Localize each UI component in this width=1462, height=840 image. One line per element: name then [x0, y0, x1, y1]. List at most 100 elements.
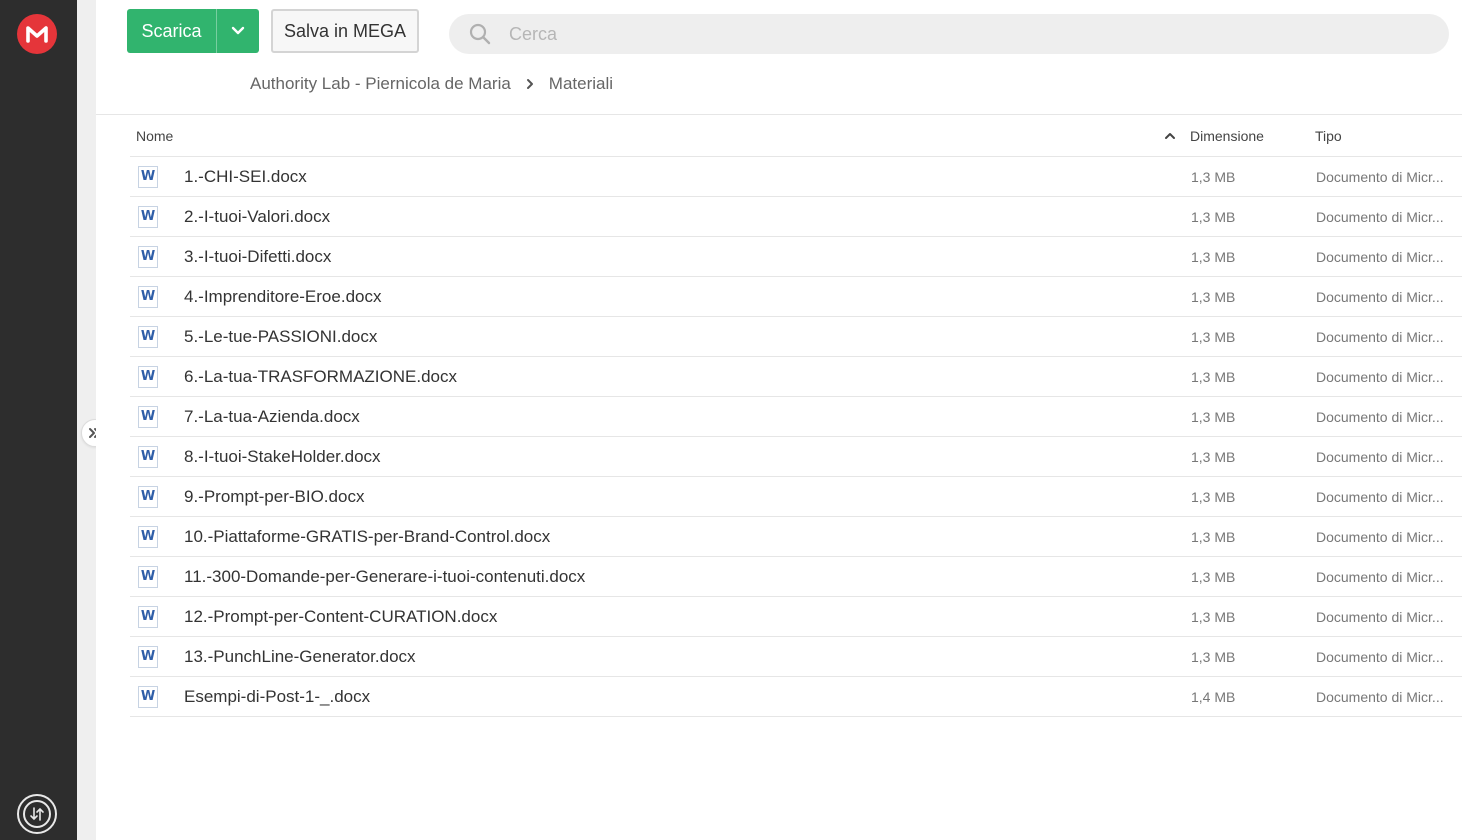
- file-size: 1,3 MB: [1191, 608, 1236, 625]
- table-row[interactable]: W 12.-Prompt-per-Content-CURATION.docx 1,3…: [130, 597, 1462, 637]
- file-name[interactable]: Esempi-di-Post-1-_.docx: [184, 687, 1191, 707]
- file-icon-cell: W: [130, 245, 184, 268]
- file-name[interactable]: 1.-CHI-SEI.docx: [184, 167, 1191, 187]
- word-document-icon: W: [138, 285, 158, 308]
- file-type: Documento di Micr...: [1316, 248, 1444, 265]
- file-type: Documento di Micr...: [1316, 648, 1444, 665]
- word-document-icon: W: [138, 365, 158, 388]
- search-bar[interactable]: [449, 14, 1449, 54]
- file-name[interactable]: 6.-La-tua-TRASFORMAZIONE.docx: [184, 367, 1191, 387]
- file-name[interactable]: 10.-Piattaforme-GRATIS-per-Brand-Control…: [184, 527, 1191, 547]
- table-row[interactable]: W 13.-PunchLine-Generator.docx 1,3 MB Docum…: [130, 637, 1462, 677]
- file-icon-cell: W: [130, 645, 184, 668]
- table-row[interactable]: W 2.-I-tuoi-Valori.docx 1,3 MB Documento di…: [130, 197, 1462, 237]
- search-input[interactable]: [509, 23, 1409, 45]
- file-name[interactable]: 12.-Prompt-per-Content-CURATION.docx: [184, 607, 1191, 627]
- table-row[interactable]: W Esempi-di-Post-1-_.docx 1,4 MB Documento …: [130, 677, 1462, 717]
- file-size: 1,3 MB: [1191, 488, 1236, 505]
- table-row[interactable]: W 10.-Piattaforme-GRATIS-per-Brand-Contro…: [130, 517, 1462, 557]
- transfer-manager-icon[interactable]: [17, 794, 57, 834]
- file-type: Documento di Micr...: [1316, 608, 1444, 625]
- file-icon-cell: W: [130, 325, 184, 348]
- file-size: 1,3 MB: [1191, 568, 1236, 585]
- file-list: W 1.-CHI-SEI.docx 1,3 MB Documento di Micr.…: [130, 157, 1462, 717]
- word-document-icon: W: [138, 485, 158, 508]
- file-type: Documento di Micr...: [1316, 328, 1444, 345]
- file-name[interactable]: 4.-Imprenditore-Eroe.docx: [184, 287, 1191, 307]
- file-name[interactable]: 5.-Le-tue-PASSIONI.docx: [184, 327, 1191, 347]
- download-dropdown-toggle[interactable]: [217, 9, 259, 53]
- file-icon-cell: W: [130, 205, 184, 228]
- table-row[interactable]: W 4.-Imprenditore-Eroe.docx 1,3 MB Document…: [130, 277, 1462, 317]
- file-type: Documento di Micr...: [1316, 688, 1444, 705]
- table-row[interactable]: W 9.-Prompt-per-BIO.docx 1,3 MB Documento d…: [130, 477, 1462, 517]
- file-icon-cell: W: [130, 485, 184, 508]
- word-document-icon: W: [138, 605, 158, 628]
- table-row[interactable]: W 6.-La-tua-TRASFORMAZIONE.docx 1,3 MB Docu…: [130, 357, 1462, 397]
- file-type: Documento di Micr...: [1316, 528, 1444, 545]
- breadcrumb: Authority Lab - Piernicola de Maria Mate…: [250, 72, 613, 96]
- breadcrumb-item-root[interactable]: Authority Lab - Piernicola de Maria: [250, 74, 511, 94]
- file-size: 1,3 MB: [1191, 248, 1236, 265]
- file-icon-cell: W: [130, 165, 184, 188]
- file-name[interactable]: 13.-PunchLine-Generator.docx: [184, 647, 1191, 667]
- word-document-icon: W: [138, 565, 158, 588]
- table-row[interactable]: W 1.-CHI-SEI.docx 1,3 MB Documento di Micr.…: [130, 157, 1462, 197]
- file-name[interactable]: 9.-Prompt-per-BIO.docx: [184, 487, 1191, 507]
- file-name[interactable]: 8.-I-tuoi-StakeHolder.docx: [184, 447, 1191, 467]
- file-type: Documento di Micr...: [1316, 368, 1444, 385]
- sort-ascending-icon[interactable]: [1150, 132, 1190, 140]
- file-type: Documento di Micr...: [1316, 488, 1444, 505]
- column-header-type[interactable]: Tipo: [1315, 128, 1462, 144]
- chevron-down-icon: [231, 26, 245, 35]
- file-size: 1,3 MB: [1191, 288, 1236, 305]
- file-size: 1,3 MB: [1191, 368, 1236, 385]
- left-sidebar: [0, 0, 77, 840]
- save-to-mega-button[interactable]: Salva in MEGA: [271, 9, 419, 53]
- column-header-size[interactable]: Dimensione: [1190, 128, 1315, 144]
- file-name[interactable]: 7.-La-tua-Azienda.docx: [184, 407, 1191, 427]
- word-document-icon: W: [138, 165, 158, 188]
- file-icon-cell: W: [130, 365, 184, 388]
- table-row[interactable]: W 3.-I-tuoi-Difetti.docx 1,3 MB Documento d…: [130, 237, 1462, 277]
- file-name[interactable]: 3.-I-tuoi-Difetti.docx: [184, 247, 1191, 267]
- file-icon-cell: W: [130, 405, 184, 428]
- word-document-icon: W: [138, 405, 158, 428]
- word-document-icon: W: [138, 525, 158, 548]
- mega-logo-icon[interactable]: [17, 14, 57, 54]
- file-icon-cell: W: [130, 525, 184, 548]
- table-row[interactable]: W 7.-La-tua-Azienda.docx 1,3 MB Documento d…: [130, 397, 1462, 437]
- main-panel: Scarica Salva in MEGA Authority Lab - Pi…: [96, 0, 1462, 840]
- word-document-icon: W: [138, 245, 158, 268]
- search-icon: [455, 22, 505, 46]
- table-row[interactable]: W 8.-I-tuoi-StakeHolder.docx 1,3 MB Documen…: [130, 437, 1462, 477]
- download-label[interactable]: Scarica: [127, 9, 217, 53]
- word-document-icon: W: [138, 445, 158, 468]
- file-type: Documento di Micr...: [1316, 168, 1444, 185]
- file-icon-cell: W: [130, 445, 184, 468]
- file-type: Documento di Micr...: [1316, 448, 1444, 465]
- file-type: Documento di Micr...: [1316, 408, 1444, 425]
- file-size: 1,3 MB: [1191, 648, 1236, 665]
- file-size: 1,3 MB: [1191, 408, 1236, 425]
- file-name[interactable]: 11.-300-Domande-per-Generare-i-tuoi-cont…: [184, 567, 1191, 587]
- download-button[interactable]: Scarica: [127, 9, 259, 53]
- file-size: 1,3 MB: [1191, 448, 1236, 465]
- file-size: 1,3 MB: [1191, 328, 1236, 345]
- breadcrumb-item-current[interactable]: Materiali: [549, 74, 613, 94]
- file-icon-cell: W: [130, 565, 184, 588]
- file-icon-cell: W: [130, 285, 184, 308]
- column-header-name[interactable]: Nome: [130, 128, 1150, 144]
- word-document-icon: W: [138, 645, 158, 668]
- chevron-right-icon: [525, 78, 535, 90]
- table-row[interactable]: W 11.-300-Domande-per-Generare-i-tuoi-con…: [130, 557, 1462, 597]
- file-icon-cell: W: [130, 605, 184, 628]
- word-document-icon: W: [138, 205, 158, 228]
- file-name[interactable]: 2.-I-tuoi-Valori.docx: [184, 207, 1191, 227]
- table-row[interactable]: W 5.-Le-tue-PASSIONI.docx 1,3 MB Documento …: [130, 317, 1462, 357]
- file-type: Documento di Micr...: [1316, 568, 1444, 585]
- word-document-icon: W: [138, 325, 158, 348]
- file-icon-cell: W: [130, 685, 184, 708]
- table-header: Nome Dimensione Tipo: [130, 115, 1462, 157]
- file-type: Documento di Micr...: [1316, 208, 1444, 225]
